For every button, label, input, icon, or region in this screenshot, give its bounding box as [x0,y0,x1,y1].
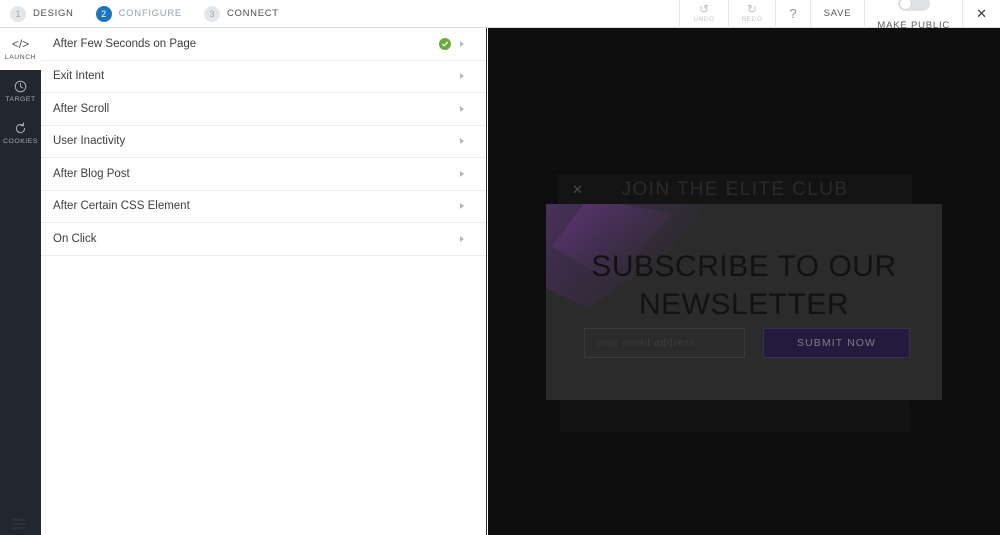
sidebar-item-launch[interactable]: </> LAUNCH [0,28,41,70]
trigger-label: After Blog Post [53,167,130,180]
sidebar-item-target[interactable]: TARGET [0,70,41,112]
trigger-label: Exit Intent [53,70,105,83]
toolbar-actions: ↺ UNDO ↻ REDO ? SAVE MAKE PUBLIC ✕ [679,0,1000,31]
close-button[interactable]: ✕ [962,0,1000,28]
sidebar-item-cookies-label: COOKIES [3,137,38,145]
step-label-configure: CONFIGURE [118,8,182,19]
table-row[interactable]: After Certain CSS Element [41,191,486,223]
clock-icon [14,80,27,93]
top-toolbar: 1 DESIGN 2 CONFIGURE 3 CONNECT ↺ UNDO ↻ … [0,0,1000,31]
step-label-design: DESIGN [33,8,74,19]
wizard-step-connect[interactable]: 3 CONNECT [203,5,279,22]
help-button[interactable]: ? [775,0,809,28]
code-icon: </> [11,36,30,51]
row-controls [460,170,464,177]
wizard-step-design[interactable]: 1 DESIGN [10,5,74,22]
wizard-steps: 1 DESIGN 2 CONFIGURE 3 CONNECT [0,5,301,22]
close-icon: ✕ [976,5,987,21]
popup-preview-area: ✕ JOIN THE ELITE CLUB SUBSCRIBE TO OUR N… [488,28,1000,535]
row-controls [460,235,464,242]
table-row[interactable]: User Inactivity [41,126,486,158]
trigger-label: After Scroll [53,102,110,115]
step-label-connect: CONNECT [226,8,279,19]
chevron-right-icon[interactable] [460,203,464,210]
sidebar-item-target-label: TARGET [5,95,36,103]
chevron-right-icon[interactable] [460,105,464,112]
toggle-knob [898,0,912,10]
make-public-toggle[interactable]: MAKE PUBLIC [864,0,962,31]
check-circle-icon [439,37,451,50]
refresh-icon [14,121,27,135]
rail-footer-icon [0,517,41,531]
step-number-2: 2 [95,5,112,22]
chevron-right-icon[interactable] [460,235,464,242]
chevron-right-icon[interactable] [460,170,464,177]
sidebar-rail: </> LAUNCH TARGET COOKIES [0,28,41,535]
chevron-right-icon[interactable] [460,138,464,145]
undo-icon: ↺ [698,2,709,16]
trigger-label: After Few Seconds on Page [53,37,197,50]
sidebar-item-cookies[interactable]: COOKIES [0,112,41,154]
popup-title-line-1: SUBSCRIBE TO OUR [591,250,897,283]
popup-builder-app: 1 DESIGN 2 CONFIGURE 3 CONNECT ↺ UNDO ↻ … [0,0,1000,535]
trigger-list-panel: After Few Seconds on Page Exit Intent Af… [41,28,487,535]
row-controls [439,37,464,50]
table-row[interactable]: After Few Seconds on Page [41,28,486,61]
row-controls [460,203,464,210]
row-controls [460,105,464,112]
popup-title-line-2: NEWSLETTER [638,288,850,321]
chevron-right-icon[interactable] [460,40,464,47]
wizard-step-configure[interactable]: 2 CONFIGURE [95,5,182,22]
email-field[interactable] [584,328,745,358]
save-button[interactable]: SAVE [809,0,865,28]
popup-header-bar: ✕ JOIN THE ELITE CLUB [558,174,912,206]
table-row[interactable]: Exit Intent [41,61,486,93]
popup-title: SUBSCRIBE TO OUR NEWSLETTER [546,248,942,324]
row-controls [460,73,464,80]
trigger-label: User Inactivity [53,135,126,148]
table-row[interactable]: After Blog Post [41,158,486,191]
popup-header-title: JOIN THE ELITE CLUB [621,179,849,200]
redo-icon: ↻ [746,2,757,16]
redo-label: REDO [741,16,763,23]
popup-card: SUBSCRIBE TO OUR NEWSLETTER SUBMIT NOW [546,204,942,400]
undo-label: UNDO [693,16,715,23]
trigger-label: On Click [53,232,97,245]
sidebar-item-launch-label: LAUNCH [4,53,37,61]
toggle-switch[interactable] [897,0,930,11]
undo-button[interactable]: ↺ UNDO [679,0,727,28]
chevron-right-icon[interactable] [460,73,464,80]
subscribe-form: SUBMIT NOW [584,328,910,358]
row-controls [460,138,464,145]
step-number-3: 3 [203,5,220,22]
step-number-1: 1 [10,5,26,22]
save-label: SAVE [823,8,852,19]
redo-button[interactable]: ↻ REDO [727,0,776,28]
trigger-label: After Certain CSS Element [53,200,190,213]
table-row[interactable]: After Scroll [41,93,486,126]
question-mark-icon: ? [789,6,797,21]
popup-footer-shadow [560,400,910,432]
table-row[interactable]: On Click [41,223,486,256]
submit-button[interactable]: SUBMIT NOW [763,328,910,358]
